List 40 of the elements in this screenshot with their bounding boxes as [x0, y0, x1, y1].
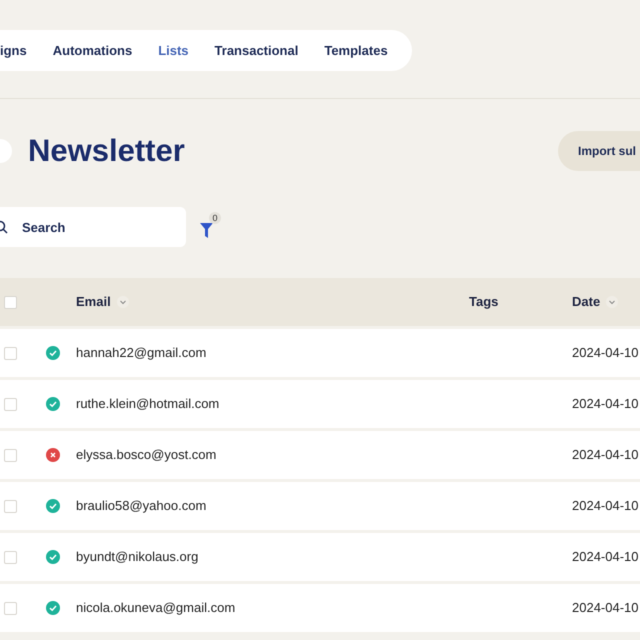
- nav-tab[interactable]: Lists: [158, 40, 189, 60]
- email-cell-text: braulio58@yahoo.com: [76, 497, 206, 516]
- date-cell-text: 2024-04-10: [572, 344, 638, 362]
- filter-icon[interactable]: [200, 223, 213, 238]
- table-row[interactable]: braulio58@yahoo.com 2024-04-10: [0, 482, 640, 530]
- table-row[interactable]: ruthe.klein@hotmail.com 2024-04-10: [0, 380, 640, 428]
- email-cell-text: elyssa.bosco@yost.com: [76, 446, 216, 464]
- table-row[interactable]: hannah22@gmail.com 2024-04-10: [0, 329, 640, 377]
- date-cell-text: 2024-04-10: [572, 599, 638, 618]
- import-button[interactable]: Import sul: [558, 131, 640, 171]
- date-cell-text: 2024-04-10: [572, 497, 638, 516]
- page-title: Newsletter: [28, 132, 185, 170]
- row-checkbox[interactable]: [4, 398, 17, 410]
- column-header: Tags: [469, 294, 498, 310]
- sort-caret-icon[interactable]: [606, 296, 618, 308]
- nav-tab[interactable]: Transactional: [214, 40, 298, 60]
- email-cell-text: hannah22@gmail.com: [76, 344, 206, 362]
- table-row[interactable]: nicola.okuneva@gmail.com 2024-04-10: [0, 584, 640, 632]
- row-checkbox[interactable]: [4, 500, 17, 512]
- search-field[interactable]: Search: [0, 207, 186, 247]
- nav-tab[interactable]: igns: [0, 40, 27, 60]
- date-cell-text: 2024-04-10: [572, 548, 638, 566]
- email-cell-text: byundt@nikolaus.org: [76, 548, 198, 566]
- email-cell-text: nicola.okuneva@gmail.com: [76, 599, 236, 618]
- column-header: Email: [76, 293, 111, 312]
- select-all-checkbox[interactable]: [4, 296, 17, 308]
- email-cell-text: ruthe.klein@hotmail.com: [76, 395, 220, 414]
- row-checkbox[interactable]: [4, 550, 17, 564]
- row-checkbox[interactable]: [4, 448, 17, 462]
- column-header: Date: [572, 293, 600, 312]
- table-row[interactable]: elyssa.bosco@yost.com 2024-04-10: [0, 431, 640, 479]
- date-cell-text: 2024-04-10: [572, 446, 638, 464]
- date-cell-text: 2024-04-10: [572, 395, 638, 414]
- row-checkbox[interactable]: [4, 602, 17, 614]
- row-checkbox[interactable]: [4, 346, 17, 360]
- nav-tab[interactable]: Templates: [324, 40, 388, 60]
- table-row[interactable]: byundt@nikolaus.org 2024-04-10: [0, 533, 640, 581]
- nav-tab[interactable]: Automations: [52, 40, 132, 60]
- sort-caret-icon[interactable]: [116, 296, 129, 308]
- filter-count-badge: 0: [209, 212, 221, 224]
